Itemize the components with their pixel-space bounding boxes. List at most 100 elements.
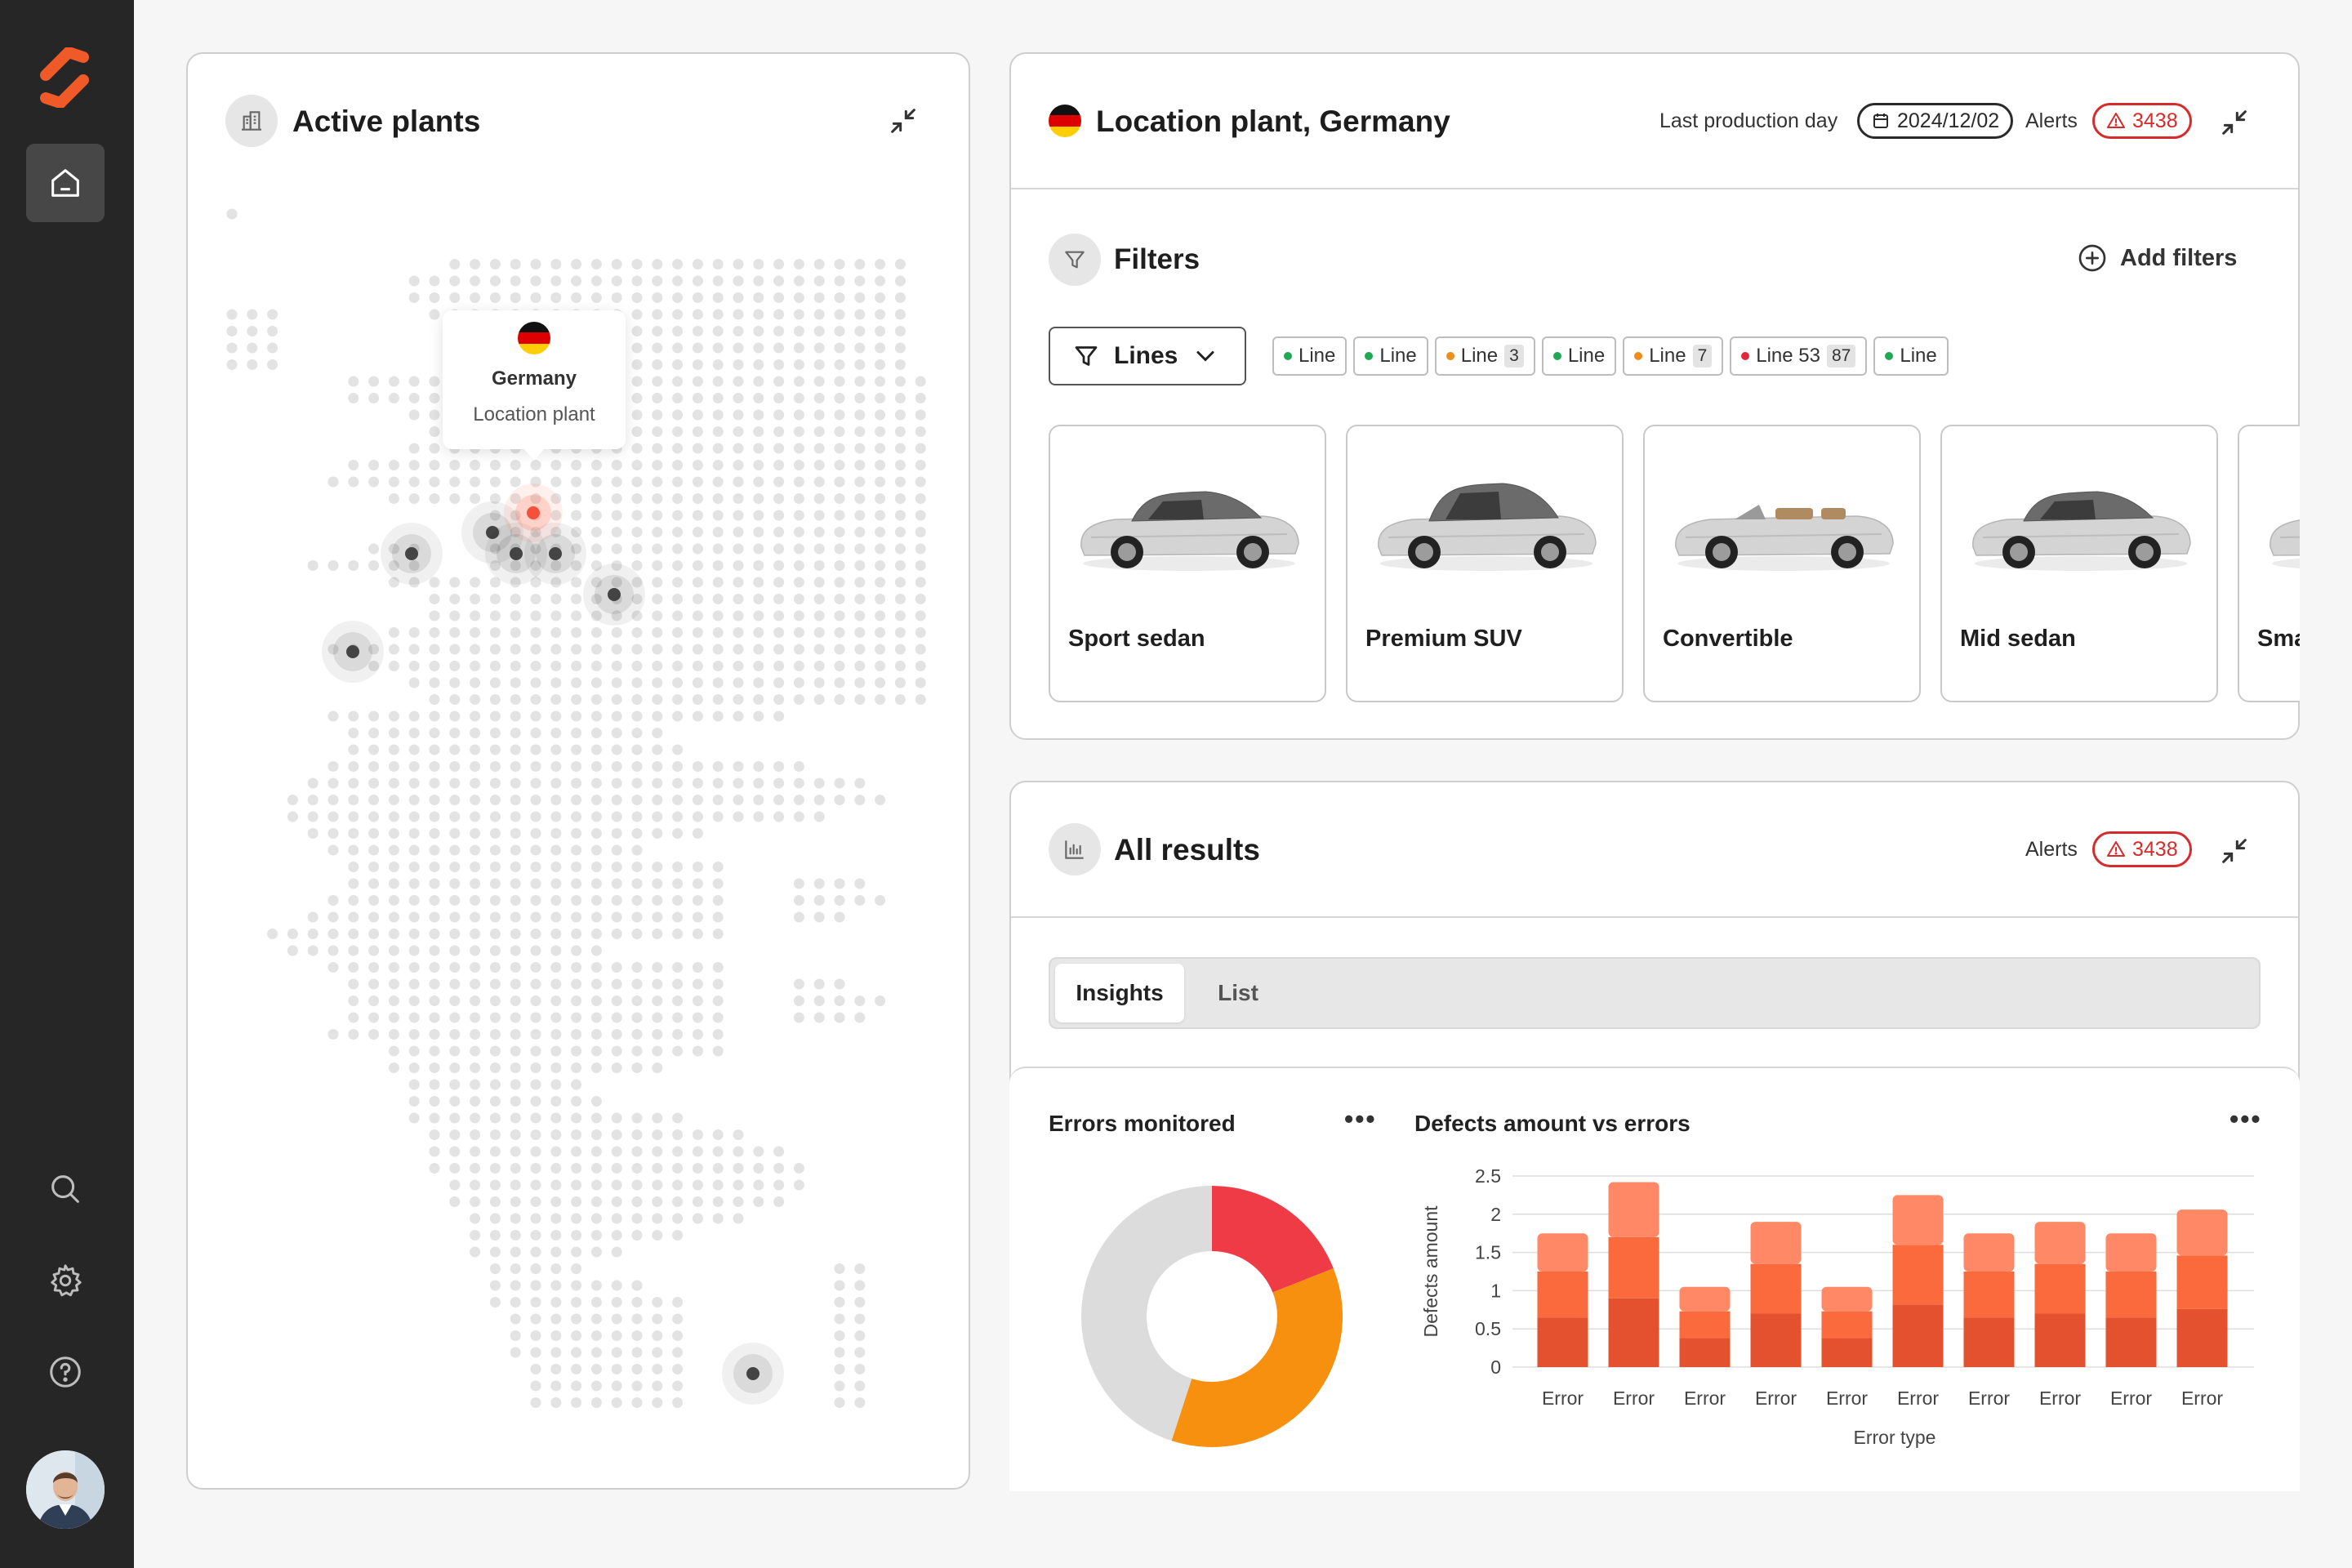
bar-segment[interactable] [2105, 1272, 2157, 1318]
home-button[interactable] [26, 144, 105, 222]
bar-segment[interactable] [2034, 1222, 2086, 1264]
warning-icon [2107, 841, 2125, 857]
bar-more-button[interactable]: ••• [2230, 1104, 2262, 1134]
bar-segment[interactable] [1750, 1263, 1802, 1314]
collapse-button[interactable] [884, 101, 923, 140]
map-dot [692, 978, 703, 990]
line-chip[interactable]: Line [1353, 336, 1428, 376]
map-dot [226, 342, 238, 354]
car-card[interactable]: Convertible [1643, 425, 1921, 702]
map-dot [773, 476, 785, 488]
plant-marker[interactable] [322, 621, 384, 683]
date-pill[interactable]: 2024/12/02 [1857, 103, 2014, 139]
line-chip[interactable]: Line [1541, 336, 1617, 376]
car-card[interactable]: Sma [2238, 425, 2300, 702]
plant-marker[interactable] [381, 523, 443, 585]
map-dot [429, 426, 440, 437]
collapse-button[interactable] [2215, 831, 2254, 871]
map-dot [571, 644, 582, 655]
y-tick-label: 1.5 [1475, 1242, 1501, 1263]
line-chip[interactable]: Line [1873, 336, 1949, 376]
filter-icon [1049, 234, 1101, 286]
bar-segment[interactable] [1537, 1233, 1588, 1272]
settings-button[interactable] [26, 1241, 105, 1320]
map-dot [388, 661, 399, 671]
map-dot [327, 811, 339, 822]
bar-segment[interactable] [1892, 1304, 1944, 1367]
alerts-badge[interactable]: 3438 [2092, 103, 2192, 139]
bar-segment[interactable] [1537, 1272, 1588, 1318]
bar-segment[interactable] [2034, 1313, 2086, 1367]
bar-segment[interactable] [1608, 1298, 1659, 1367]
bar-segment[interactable] [1537, 1317, 1588, 1367]
bar-segment[interactable] [2034, 1263, 2086, 1314]
help-button[interactable] [26, 1333, 105, 1411]
bar-segment[interactable] [1608, 1236, 1659, 1298]
tab-insights[interactable]: Insights [1055, 964, 1184, 1022]
map-dot [834, 610, 845, 621]
car-card[interactable]: Premium SUV [1346, 425, 1624, 702]
map-dot [854, 795, 866, 805]
alerts-badge[interactable]: 3438 [2092, 831, 2192, 867]
bar-segment[interactable] [2105, 1233, 2157, 1272]
collapse-button[interactable] [2215, 103, 2254, 142]
search-button[interactable] [26, 1150, 105, 1228]
bar-segment[interactable] [1608, 1182, 1659, 1237]
app-logo[interactable] [38, 47, 91, 108]
defects-bar-chart[interactable]: 0 0.5 1 1.5 2 2.5 Defects amount Error Error Erro… [1405, 1152, 2270, 1462]
car-card[interactable]: Mid sedan [1940, 425, 2218, 702]
bar-segment[interactable] [1821, 1311, 1873, 1339]
map-dot [753, 577, 764, 588]
active-plant-marker[interactable] [504, 483, 563, 542]
bar-segment[interactable] [1679, 1311, 1731, 1339]
tab-list[interactable]: List [1189, 964, 1287, 1022]
bar-segment[interactable] [1821, 1286, 1873, 1312]
bar-segment[interactable] [2176, 1308, 2228, 1367]
bar-segment[interactable] [1963, 1233, 2015, 1272]
map-dot [631, 694, 643, 705]
last-production-label: Last production day [1659, 109, 1838, 132]
map-dot [449, 627, 461, 638]
bar-segment[interactable] [1892, 1245, 1944, 1305]
chip-label: Line [1900, 345, 1937, 367]
car-card[interactable]: Sport sedan [1049, 425, 1326, 702]
bar-segment[interactable] [2176, 1209, 2228, 1256]
map-dot [652, 476, 663, 488]
plant-marker[interactable] [722, 1343, 784, 1405]
map-dot [550, 1364, 562, 1374]
line-chip[interactable]: Line 7 [1623, 336, 1724, 376]
bar-segment[interactable] [2105, 1317, 2157, 1367]
map-dot [510, 292, 521, 303]
bar-segment[interactable] [1750, 1222, 1802, 1264]
bar-segment[interactable] [1821, 1338, 1873, 1367]
bar-segment[interactable] [1750, 1313, 1802, 1367]
map-dot [672, 342, 684, 354]
plant-marker[interactable] [583, 564, 645, 626]
bar-segment[interactable] [1679, 1338, 1731, 1367]
map-dot [510, 1062, 521, 1073]
user-avatar[interactable] [26, 1450, 105, 1529]
bar-segment[interactable] [1679, 1286, 1731, 1312]
map-dot [348, 761, 359, 772]
map-dot [813, 393, 825, 403]
bar-segment[interactable] [2176, 1255, 2228, 1309]
map-dot [672, 292, 684, 303]
donut-slice[interactable] [1171, 1268, 1343, 1447]
lines-dropdown[interactable]: Lines [1049, 327, 1246, 385]
line-chip[interactable]: Line 3 [1434, 336, 1535, 376]
bar-segment[interactable] [1963, 1317, 2015, 1367]
bar-segment[interactable] [1963, 1272, 2015, 1318]
map-dot [408, 627, 420, 638]
donut-more-button[interactable]: ••• [1344, 1104, 1377, 1134]
map-dot [854, 1012, 866, 1023]
map-dot [631, 259, 643, 270]
line-chip[interactable]: Line 53 87 [1730, 336, 1868, 376]
map-dot [712, 761, 724, 772]
line-chip[interactable]: Line [1272, 336, 1348, 376]
add-filters-button[interactable]: Add filters [2076, 242, 2237, 274]
map-dot [692, 426, 703, 437]
map-dot [571, 1347, 582, 1358]
map-dot [672, 1112, 684, 1124]
bar-segment[interactable] [1892, 1195, 1944, 1245]
errors-donut-chart[interactable] [1075, 1179, 1349, 1454]
